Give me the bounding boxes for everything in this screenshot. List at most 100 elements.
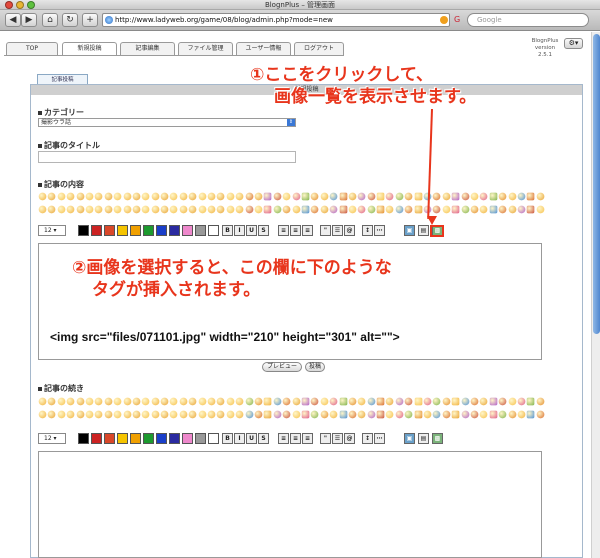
emoji-icon[interactable] — [395, 397, 404, 406]
emoji-icon[interactable] — [348, 192, 357, 201]
emoji-icon[interactable] — [226, 192, 235, 201]
emoji-icon[interactable] — [461, 192, 470, 201]
tab-new-post[interactable]: 新規投稿 — [62, 42, 117, 55]
emoji-icon[interactable] — [498, 205, 507, 214]
emoji-icon[interactable] — [282, 410, 291, 419]
emoji-icon[interactable] — [48, 410, 57, 419]
emoji-icon[interactable] — [311, 410, 320, 419]
color-swatch-button[interactable] — [104, 225, 115, 236]
tab-edit-posts[interactable]: 記事編集 — [120, 42, 175, 55]
emoji-icon[interactable] — [264, 192, 273, 201]
emoji-icon[interactable] — [339, 410, 348, 419]
emoji-icon[interactable] — [273, 192, 282, 201]
emoji-icon[interactable] — [329, 410, 338, 419]
emoji-icon[interactable] — [527, 205, 535, 214]
emoji-icon[interactable] — [245, 397, 254, 406]
emoji-icon[interactable] — [442, 205, 451, 214]
color-swatch-button[interactable] — [117, 225, 128, 236]
emoji-icon[interactable] — [320, 205, 329, 214]
align-right-button[interactable]: ≡ — [302, 225, 313, 236]
link-button[interactable]: @ — [344, 225, 355, 236]
font-size-select[interactable]: 12 ▾ — [38, 433, 66, 444]
emoji-icon[interactable] — [95, 410, 104, 419]
emoji-icon[interactable] — [198, 192, 207, 201]
emoji-icon[interactable] — [311, 192, 320, 201]
emoji-icon[interactable] — [489, 205, 498, 214]
emoji-icon[interactable] — [508, 410, 517, 419]
emoji-icon[interactable] — [207, 410, 216, 419]
emoji-icon[interactable] — [226, 410, 235, 419]
emoji-icon[interactable] — [217, 410, 226, 419]
emoji-icon[interactable] — [38, 205, 47, 214]
underline-button[interactable]: U — [246, 433, 257, 444]
emoji-icon[interactable] — [508, 397, 517, 406]
emoji-icon[interactable] — [113, 192, 122, 201]
emoji-icon[interactable] — [254, 205, 263, 214]
emoji-icon[interactable] — [395, 410, 404, 419]
emoji-icon[interactable] — [85, 192, 94, 201]
emoji-icon[interactable] — [104, 192, 113, 201]
emoji-icon[interactable] — [132, 410, 141, 419]
emoji-icon[interactable] — [217, 397, 226, 406]
line-height-button[interactable]: ↕ — [362, 433, 373, 444]
emoji-icon[interactable] — [85, 205, 94, 214]
emoji-icon[interactable] — [254, 410, 263, 419]
emoji-icon[interactable] — [367, 205, 376, 214]
list-button[interactable]: ☰ — [332, 433, 343, 444]
color-swatch-button[interactable] — [130, 225, 141, 236]
emoji-icon[interactable] — [527, 397, 535, 406]
continuation-textarea[interactable] — [38, 451, 542, 558]
emoji-icon[interactable] — [517, 410, 526, 419]
emoji-icon[interactable] — [461, 397, 470, 406]
emoji-icon[interactable] — [339, 205, 348, 214]
emoji-icon[interactable] — [480, 205, 489, 214]
emoji-icon[interactable] — [123, 410, 132, 419]
home-icon[interactable]: ⌂ — [42, 13, 58, 27]
emoji-icon[interactable] — [160, 205, 169, 214]
emoji-icon[interactable] — [48, 397, 57, 406]
color-swatch-button[interactable] — [143, 433, 154, 444]
image-upload-icon[interactable]: ▣ — [404, 433, 415, 444]
emoji-icon[interactable] — [113, 397, 122, 406]
emoji-icon[interactable] — [76, 397, 85, 406]
bold-button[interactable]: B — [222, 225, 233, 236]
emoji-icon[interactable] — [386, 192, 395, 201]
emoji-icon[interactable] — [217, 205, 226, 214]
emoji-icon[interactable] — [273, 410, 282, 419]
emoji-icon[interactable] — [489, 397, 498, 406]
emoji-icon[interactable] — [301, 205, 310, 214]
search-engine-icon[interactable]: G — [454, 14, 460, 26]
emoji-icon[interactable] — [217, 192, 226, 201]
emoji-icon[interactable] — [235, 410, 244, 419]
emoji-icon[interactable] — [273, 397, 282, 406]
align-center-button[interactable]: ≡ — [290, 225, 301, 236]
emoji-icon[interactable] — [311, 397, 320, 406]
color-swatch-button[interactable] — [182, 225, 193, 236]
emoji-icon[interactable] — [320, 397, 329, 406]
emoji-icon[interactable] — [470, 397, 479, 406]
emoji-icon[interactable] — [536, 410, 545, 419]
forward-icon[interactable]: ▶ — [21, 13, 37, 27]
emoji-icon[interactable] — [198, 205, 207, 214]
reload-icon[interactable]: ↻ — [62, 13, 78, 27]
emoji-icon[interactable] — [357, 397, 366, 406]
emoji-icon[interactable] — [348, 205, 357, 214]
emoji-icon[interactable] — [76, 192, 85, 201]
emoji-icon[interactable] — [85, 410, 94, 419]
emoji-icon[interactable] — [207, 205, 216, 214]
emoji-icon[interactable] — [376, 205, 385, 214]
emoji-icon[interactable] — [442, 397, 451, 406]
emoji-icon[interactable] — [292, 397, 301, 406]
emoji-icon[interactable] — [188, 205, 197, 214]
post-button[interactable]: 投稿 — [305, 362, 325, 372]
emoji-icon[interactable] — [264, 410, 273, 419]
emoji-icon[interactable] — [264, 397, 273, 406]
emoji-icon[interactable] — [339, 192, 348, 201]
emoji-icon[interactable] — [367, 410, 376, 419]
font-size-select[interactable]: 12 ▾ — [38, 225, 66, 236]
emoji-icon[interactable] — [376, 397, 385, 406]
emoji-icon[interactable] — [142, 205, 150, 214]
emoji-icon[interactable] — [395, 192, 404, 201]
emoji-icon[interactable] — [376, 192, 385, 201]
emoji-icon[interactable] — [170, 205, 179, 214]
